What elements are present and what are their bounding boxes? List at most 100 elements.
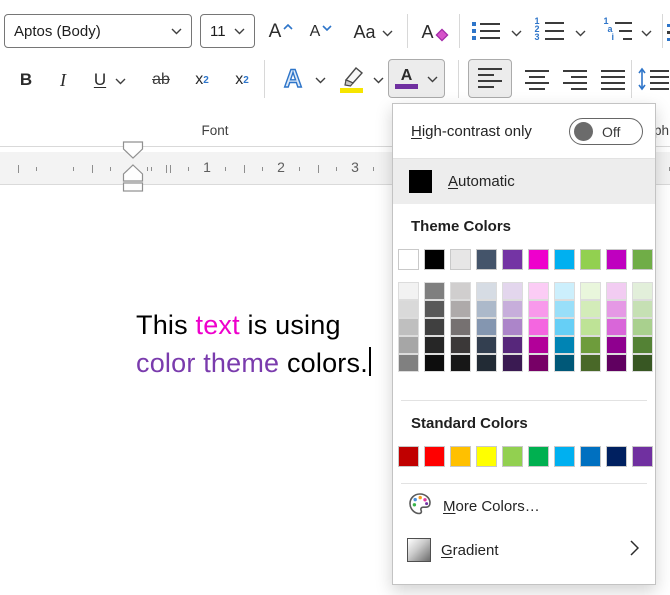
theme-variant-swatch[interactable] <box>502 300 523 318</box>
theme-variant-swatch[interactable] <box>424 282 445 300</box>
bullet-list-button[interactable] <box>468 16 524 48</box>
theme-color-swatch[interactable] <box>502 249 523 270</box>
theme-variant-swatch[interactable] <box>580 336 601 354</box>
theme-color-swatch[interactable] <box>528 249 549 270</box>
theme-variant-swatch[interactable] <box>398 300 419 318</box>
theme-variant-swatch[interactable] <box>606 282 627 300</box>
standard-color-swatch[interactable] <box>398 446 419 467</box>
theme-variant-swatch[interactable] <box>476 336 497 354</box>
menu-item-more-colors[interactable]: More Colors… <box>393 484 655 528</box>
change-case-button[interactable]: Aa <box>346 16 400 48</box>
bold-button[interactable]: B <box>12 62 40 98</box>
theme-color-swatch[interactable] <box>632 249 653 270</box>
multilevel-list-button[interactable]: 1 a i <box>598 16 656 48</box>
theme-variant-swatch[interactable] <box>528 318 549 336</box>
standard-color-swatch[interactable] <box>554 446 575 467</box>
theme-variant-swatch[interactable] <box>502 354 523 372</box>
menu-item-automatic[interactable]: Automatic <box>393 159 655 204</box>
theme-variant-swatch[interactable] <box>450 336 471 354</box>
theme-variant-swatch[interactable] <box>450 354 471 372</box>
theme-variant-swatch[interactable] <box>424 318 445 336</box>
standard-color-swatch[interactable] <box>606 446 627 467</box>
theme-variant-swatch[interactable] <box>424 354 445 372</box>
superscript-button[interactable]: x2 <box>226 62 258 98</box>
indent-markers[interactable] <box>121 141 145 193</box>
theme-color-swatch[interactable] <box>424 249 445 270</box>
theme-variant-swatch[interactable] <box>528 336 549 354</box>
font-size-combobox[interactable]: 11 <box>200 14 255 48</box>
highlight-color-button[interactable] <box>336 60 386 98</box>
theme-variant-swatch[interactable] <box>606 336 627 354</box>
underline-button[interactable]: U <box>86 62 134 98</box>
theme-variant-swatch[interactable] <box>502 336 523 354</box>
theme-variant-swatch[interactable] <box>476 282 497 300</box>
standard-color-swatch[interactable] <box>580 446 601 467</box>
theme-variant-swatch[interactable] <box>450 282 471 300</box>
theme-variant-swatch[interactable] <box>554 336 575 354</box>
theme-variant-swatch[interactable] <box>606 354 627 372</box>
theme-variant-swatch[interactable] <box>554 354 575 372</box>
text-effects-button[interactable]: A <box>274 60 330 98</box>
align-right-button[interactable] <box>558 62 592 98</box>
grow-font-button[interactable]: A <box>262 16 300 48</box>
theme-color-swatch[interactable] <box>450 249 471 270</box>
theme-color-swatch[interactable] <box>476 249 497 270</box>
numbered-list-button[interactable]: 1 2 3 <box>532 16 588 48</box>
theme-variant-swatch[interactable] <box>580 318 601 336</box>
standard-color-swatch[interactable] <box>528 446 549 467</box>
theme-variant-swatch[interactable] <box>554 282 575 300</box>
theme-variant-swatch[interactable] <box>632 336 653 354</box>
theme-variant-swatch[interactable] <box>606 318 627 336</box>
theme-variant-swatch[interactable] <box>606 300 627 318</box>
theme-variant-swatch[interactable] <box>528 300 549 318</box>
theme-variant-swatch[interactable] <box>476 354 497 372</box>
theme-variant-swatch[interactable] <box>476 318 497 336</box>
theme-variant-swatch[interactable] <box>398 336 419 354</box>
line-spacing-button[interactable] <box>637 62 670 98</box>
menu-item-gradient[interactable]: Gradient <box>393 528 655 572</box>
standard-color-swatch[interactable] <box>450 446 471 467</box>
theme-color-swatch[interactable] <box>580 249 601 270</box>
standard-color-swatch[interactable] <box>632 446 653 467</box>
theme-variant-swatch[interactable] <box>398 318 419 336</box>
standard-color-swatch[interactable] <box>476 446 497 467</box>
theme-variant-swatch[interactable] <box>424 300 445 318</box>
theme-variant-swatch[interactable] <box>398 282 419 300</box>
strikethrough-button[interactable]: ab <box>144 62 178 98</box>
theme-color-swatch[interactable] <box>554 249 575 270</box>
theme-variant-swatch[interactable] <box>450 300 471 318</box>
theme-variant-swatch[interactable] <box>554 318 575 336</box>
theme-variant-swatch[interactable] <box>528 282 549 300</box>
theme-variant-swatch[interactable] <box>632 282 653 300</box>
theme-variant-swatch[interactable] <box>398 354 419 372</box>
font-color-button[interactable]: A <box>388 59 445 98</box>
theme-variant-swatch[interactable] <box>476 300 497 318</box>
standard-color-swatch[interactable] <box>424 446 445 467</box>
theme-color-swatch[interactable] <box>398 249 419 270</box>
theme-variant-swatch[interactable] <box>424 336 445 354</box>
theme-variant-swatch[interactable] <box>580 282 601 300</box>
theme-variant-swatch[interactable] <box>554 300 575 318</box>
subscript-button[interactable]: x2 <box>186 62 218 98</box>
standard-color-swatch[interactable] <box>502 446 523 467</box>
italic-button[interactable]: I <box>50 62 76 98</box>
theme-variant-swatch[interactable] <box>632 354 653 372</box>
high-contrast-toggle[interactable]: Off <box>569 118 643 145</box>
font-name-combobox[interactable]: Aptos (Body) <box>4 14 192 48</box>
shrink-font-button[interactable]: A <box>302 16 340 48</box>
theme-variant-swatch[interactable] <box>580 300 601 318</box>
theme-variant-swatch[interactable] <box>632 300 653 318</box>
justify-button[interactable] <box>596 62 630 98</box>
align-center-button[interactable] <box>520 62 554 98</box>
theme-variant-swatch[interactable] <box>528 354 549 372</box>
align-left-button[interactable] <box>468 59 512 98</box>
theme-variant-swatch[interactable] <box>502 318 523 336</box>
theme-color-swatch[interactable] <box>606 249 627 270</box>
theme-variant-swatch[interactable] <box>502 282 523 300</box>
theme-variant-swatch[interactable] <box>632 318 653 336</box>
document-text[interactable]: This text is using color theme colors. <box>136 306 371 382</box>
text-effects-letter: A <box>283 65 301 92</box>
theme-variant-swatch[interactable] <box>580 354 601 372</box>
theme-variant-swatch[interactable] <box>450 318 471 336</box>
clear-formatting-button[interactable]: A <box>414 16 456 48</box>
